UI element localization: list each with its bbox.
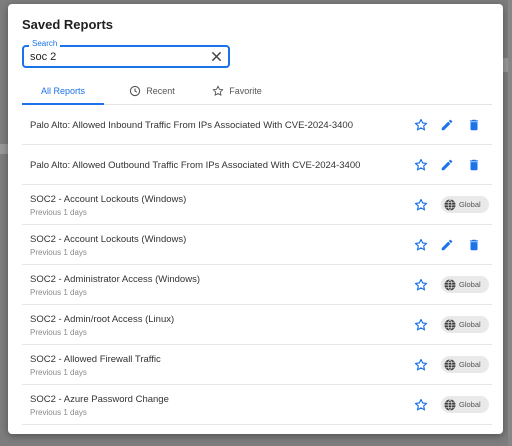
global-badge-label: Global	[459, 360, 481, 369]
delete-trash-icon[interactable]	[467, 238, 481, 252]
global-badge-label: Global	[459, 200, 481, 209]
globe-icon	[444, 398, 456, 411]
report-row[interactable]: SOC2 - Administrator Access (Windows) Pre…	[22, 265, 492, 305]
report-row[interactable]: SOC2 - Account Lockouts (Windows) Previou…	[22, 185, 492, 225]
report-row[interactable]: Palo Alto: Allowed Inbound Traffic From …	[22, 105, 492, 145]
dialog-title: Saved Reports	[22, 17, 114, 32]
tab-favorite[interactable]: Favorite	[204, 77, 270, 105]
favorite-star-icon[interactable]	[414, 198, 428, 212]
report-name: SOC2 - Administrator Access (Windows)	[30, 274, 200, 285]
global-badge: Global	[441, 276, 489, 293]
global-badge-label: Global	[459, 280, 481, 289]
report-timerange: Previous 1 days	[30, 288, 87, 297]
tab-recent-label: Recent	[146, 86, 175, 96]
favorite-star-icon[interactable]	[414, 238, 428, 252]
report-timerange: Previous 1 days	[30, 408, 87, 417]
report-name: Palo Alto: Allowed Outbound Traffic From…	[30, 160, 361, 171]
edit-pencil-icon[interactable]	[440, 118, 454, 132]
tab-all-reports-label: All Reports	[40, 86, 85, 96]
report-row[interactable]: SOC2 - Admin/root Access (Linux) Previous…	[22, 305, 492, 345]
favorite-star-icon[interactable]	[414, 278, 428, 292]
report-tabs: All Reports Recent Favorite	[22, 77, 492, 105]
globe-icon	[444, 278, 456, 291]
global-badge: Global	[441, 356, 489, 373]
report-row[interactable]: SOC2 - Azure Password ChangePrevious 24 …	[22, 425, 492, 434]
background-left-strip	[0, 144, 8, 154]
globe-icon	[444, 318, 456, 331]
tab-all-reports[interactable]: All Reports	[22, 77, 104, 105]
report-timerange: Previous 1 days	[30, 248, 87, 257]
favorite-star-icon[interactable]	[414, 318, 428, 332]
edit-pencil-icon[interactable]	[440, 158, 454, 172]
globe-icon	[444, 358, 456, 371]
report-name: SOC2 - Azure Password Change	[30, 394, 169, 405]
report-row[interactable]: Palo Alto: Allowed Outbound Traffic From…	[22, 145, 492, 185]
search-input[interactable]	[30, 49, 200, 65]
search-label: Search	[29, 39, 61, 49]
edit-pencil-icon[interactable]	[440, 238, 454, 252]
page-scrollbar[interactable]	[508, 0, 512, 446]
favorite-star-icon[interactable]	[414, 358, 428, 372]
saved-reports-dialog: Saved Reports Search All Reports Recent …	[8, 4, 503, 434]
report-timerange: Previous 1 days	[30, 328, 87, 337]
globe-icon	[444, 198, 456, 211]
star-outline-icon	[213, 85, 224, 96]
history-icon	[130, 85, 141, 97]
delete-trash-icon[interactable]	[467, 158, 481, 172]
report-timerange: Previous 1 days	[30, 208, 87, 217]
global-badge: Global	[441, 396, 489, 413]
favorite-star-icon[interactable]	[414, 118, 428, 132]
report-name: SOC2 - Account Lockouts (Windows)	[30, 234, 187, 245]
close-icon[interactable]	[210, 50, 223, 63]
tab-favorite-label: Favorite	[229, 86, 262, 96]
favorite-star-icon[interactable]	[414, 158, 428, 172]
tab-recent[interactable]: Recent	[122, 77, 182, 105]
report-name: SOC2 - Allowed Firewall Traffic	[30, 354, 161, 365]
report-row[interactable]: SOC2 - Account Lockouts (Windows) Previou…	[22, 225, 492, 265]
report-name: Palo Alto: Allowed Inbound Traffic From …	[30, 120, 353, 131]
report-row[interactable]: SOC2 - Allowed Firewall Traffic Previous …	[22, 345, 492, 385]
global-badge: Global	[441, 316, 489, 333]
global-badge: Global	[441, 196, 489, 213]
report-timerange: Previous 1 days	[30, 368, 87, 377]
search-field[interactable]: Search	[22, 39, 230, 68]
report-row[interactable]: SOC2 - Azure Password Change Previous 1 d…	[22, 385, 492, 425]
global-badge-label: Global	[459, 320, 481, 329]
global-badge-label: Global	[459, 400, 481, 409]
report-name: SOC2 - Account Lockouts (Windows)	[30, 194, 187, 205]
favorite-star-icon[interactable]	[414, 398, 428, 412]
report-name: SOC2 - Admin/root Access (Linux)	[30, 314, 175, 325]
delete-trash-icon[interactable]	[467, 118, 481, 132]
